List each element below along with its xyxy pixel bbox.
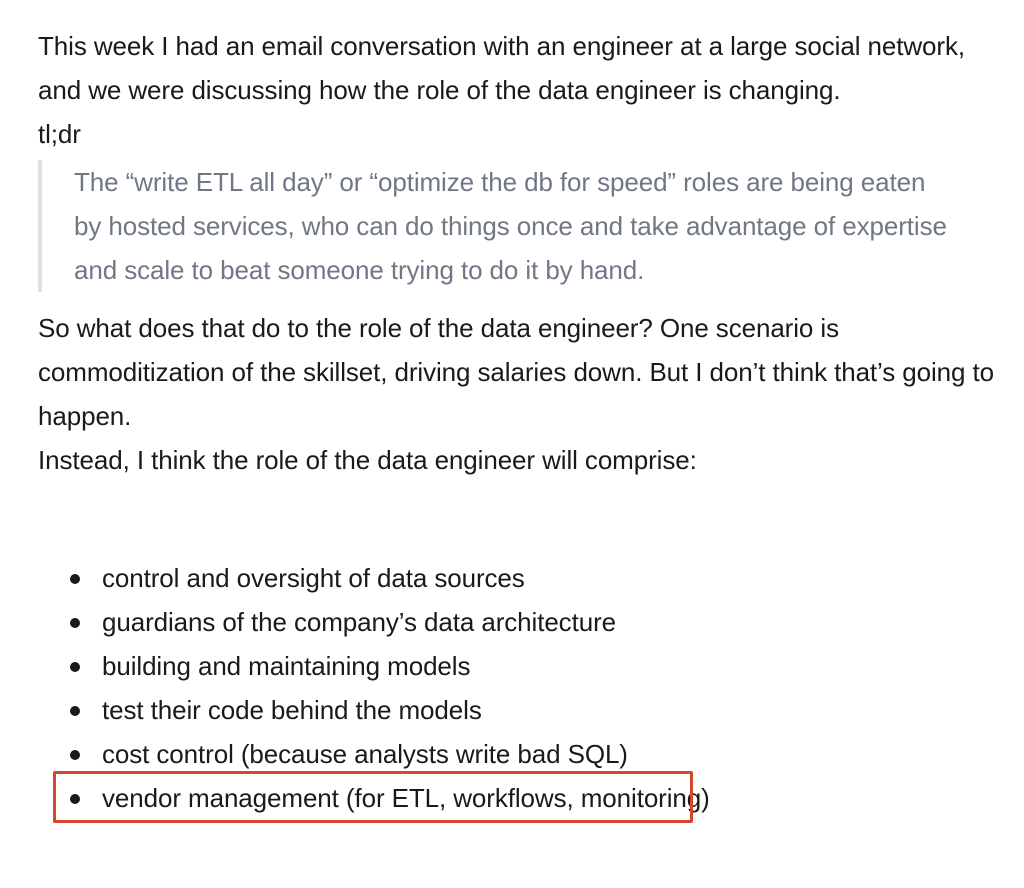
list-item-highlighted: cost control (because analysts write bad… [38,732,1008,776]
scenario-paragraph: So what does that do to the role of the … [38,313,995,431]
list-item-text: building and maintaining models [102,651,471,681]
highlight-box [53,771,693,823]
list-item: control and oversight of data sources [38,556,1008,600]
list-item-text: guardians of the company’s data architec… [102,607,616,637]
blockquote-text: The “write ETL all day” or “optimize the… [74,167,947,285]
bullet-icon [70,750,80,760]
comprise-paragraph: Instead, I think the role of the data en… [38,445,697,475]
list-item: building and maintaining models [38,644,1008,688]
bullet-icon [70,574,80,584]
list-item-text: cost control (because analysts write bad… [102,739,628,769]
list-item: guardians of the company’s data architec… [38,600,1008,644]
bullet-icon [70,662,80,672]
tldr-label: tl;dr [38,119,81,149]
article-body: This week I had an email conversation wi… [38,24,1008,820]
bullet-icon [70,618,80,628]
list-item: test their code behind the models [38,688,1008,732]
intro-paragraph: This week I had an email conversation wi… [38,31,965,105]
list-item-text: control and oversight of data sources [102,563,525,593]
list-item-text: test their code behind the models [102,695,482,725]
bullet-icon [70,706,80,716]
tldr-blockquote: The “write ETL all day” or “optimize the… [38,160,954,292]
